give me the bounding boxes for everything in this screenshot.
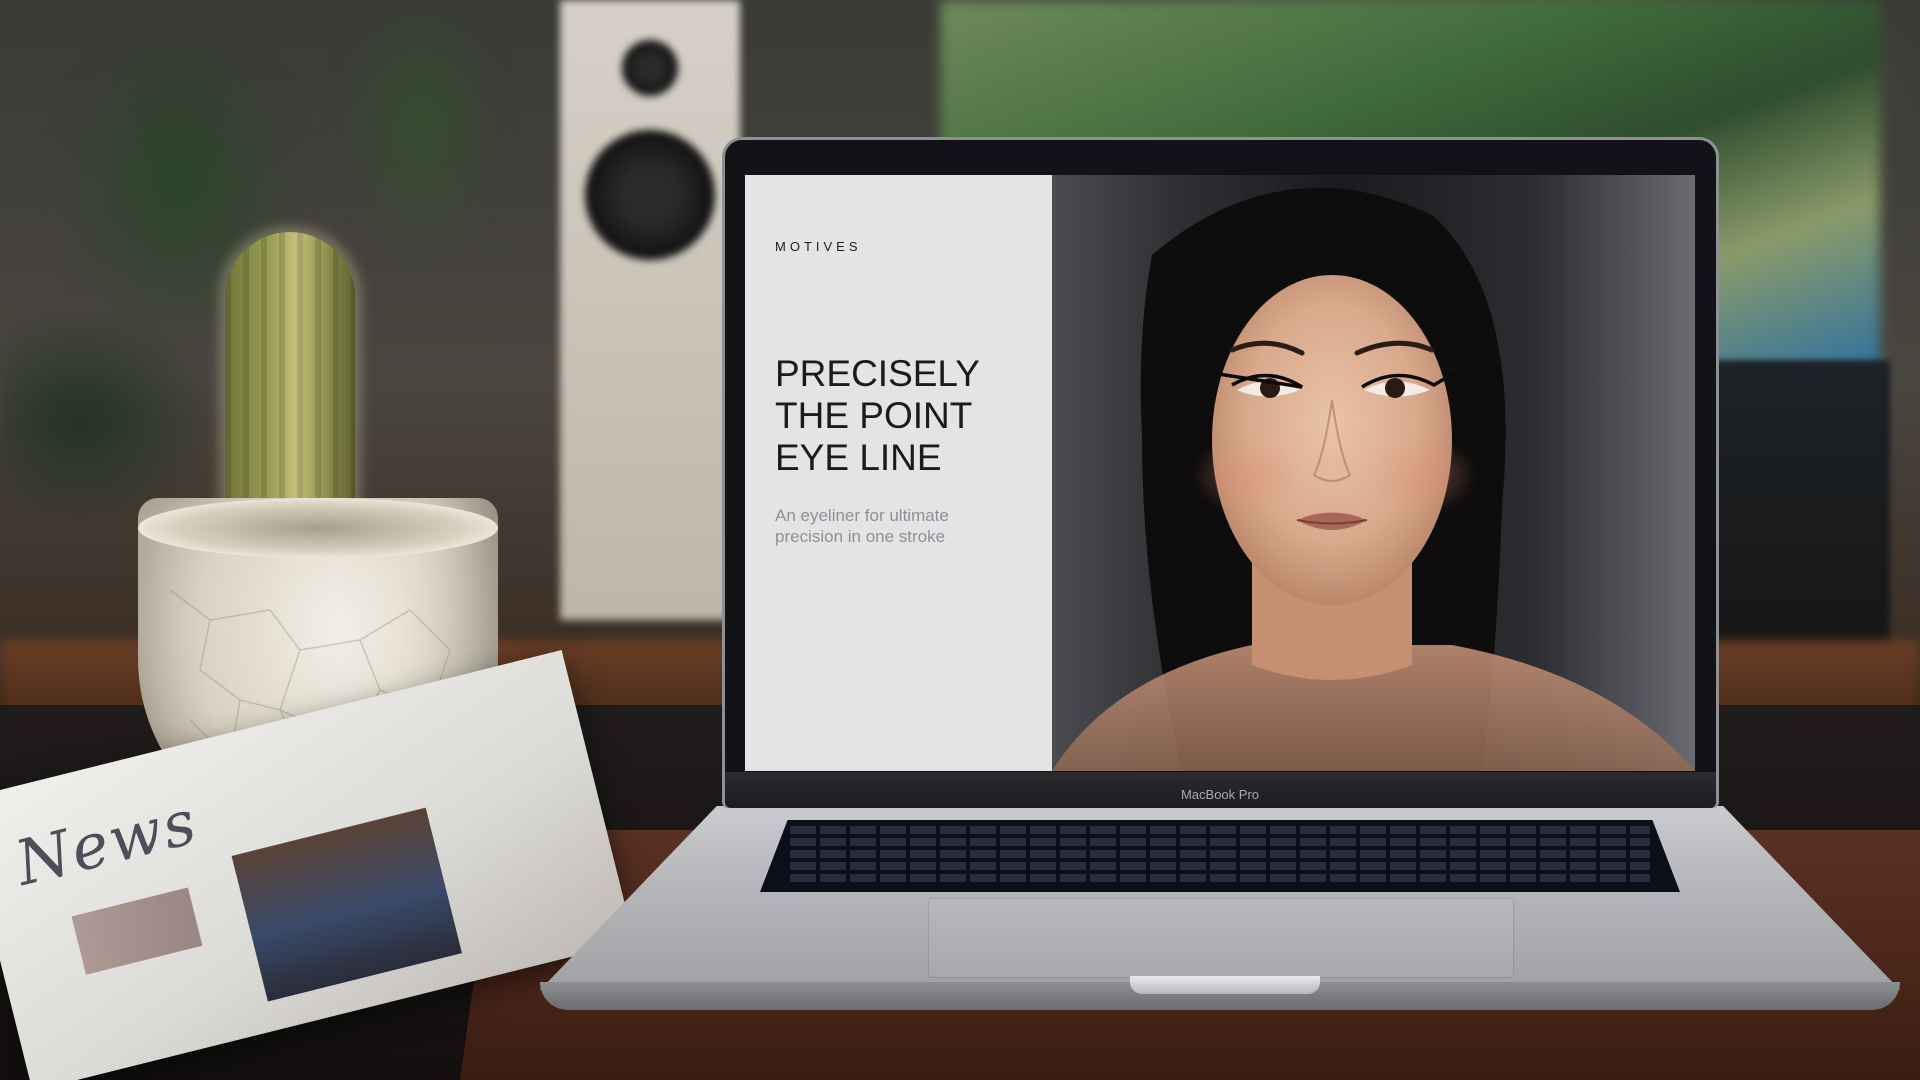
- plant-pot-rim: [138, 498, 498, 558]
- headline-line-3: EYE LINE: [775, 437, 942, 478]
- cactus-plant: [225, 232, 355, 542]
- hero-headline: PRECISELY THE POINT EYE LINE: [775, 353, 1035, 479]
- newspaper-photo: [231, 807, 462, 1002]
- speaker-tweeter: [622, 40, 678, 96]
- scene: News MacBook Pro MOTIVES PRECISELY THE P…: [0, 0, 1920, 1080]
- newspaper-ad-image: [71, 887, 203, 975]
- newspaper-masthead: News: [8, 784, 205, 900]
- hero-subheadline: An eyeliner for ultimate precision in on…: [775, 506, 949, 546]
- hero-text-panel: MOTIVES PRECISELY THE POINT EYE LINE An …: [745, 175, 1052, 771]
- headline-line-2: THE POINT: [775, 395, 973, 436]
- laptop-keyboard: [760, 820, 1680, 892]
- laptop-lid-notch: [1130, 976, 1320, 994]
- laptop-brand-label: MacBook Pro: [1180, 787, 1260, 802]
- brand-logo[interactable]: MOTIVES: [775, 239, 862, 254]
- background-speaker: [560, 0, 740, 620]
- portrait-image: [1052, 187, 1695, 771]
- laptop-screen: MOTIVES PRECISELY THE POINT EYE LINE An …: [745, 175, 1695, 771]
- speaker-woofer: [585, 130, 715, 260]
- headline-line-1: PRECISELY: [775, 353, 980, 394]
- laptop-trackpad: [928, 898, 1514, 978]
- keyboard-keys: [790, 826, 1650, 886]
- hero-image: [1052, 175, 1695, 771]
